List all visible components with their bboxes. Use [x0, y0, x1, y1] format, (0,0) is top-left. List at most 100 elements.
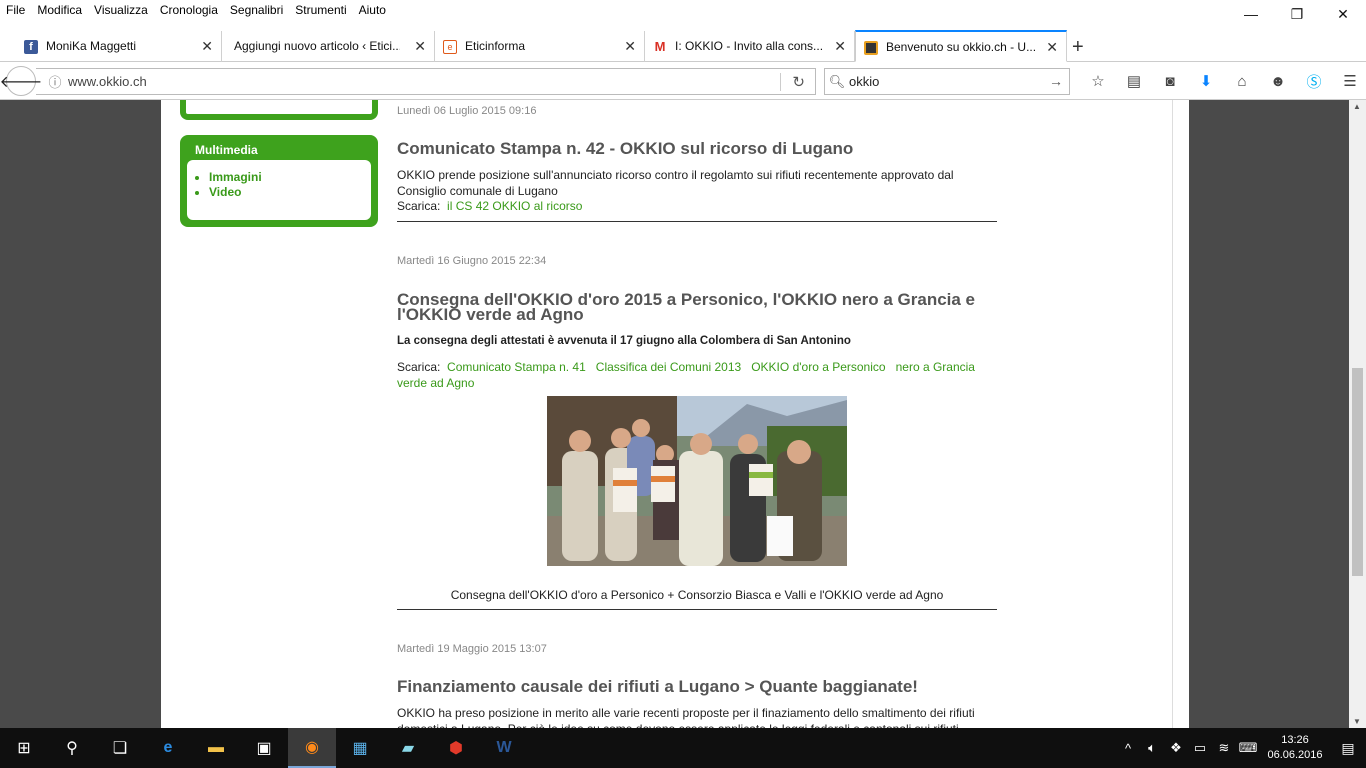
tab-monika-maggetti[interactable]: f MoniKa Maggetti ✕ — [0, 31, 222, 62]
bookmark-star-icon[interactable]: ☆ — [1080, 70, 1116, 92]
tab-label: Benvenuto su okkio.ch - U... — [886, 40, 1036, 54]
volume-icon[interactable]: 🔈︎ — [1140, 740, 1164, 756]
pocket-icon[interactable]: ◙ — [1152, 70, 1188, 92]
article-date: Martedì 16 Giugno 2015 22:34 — [397, 255, 547, 267]
menu-modifica[interactable]: Modifica — [31, 0, 88, 20]
download-link-oro-personico[interactable]: OKKIO d'oro a Personico — [751, 360, 885, 374]
acrobat-icon[interactable]: ⬢ — [432, 728, 480, 768]
edge-browser-icon[interactable]: e — [144, 728, 192, 768]
facebook-icon: f — [24, 40, 38, 54]
wifi-icon[interactable]: ≋ — [1212, 740, 1236, 756]
search-icon: 🔍︎ — [828, 73, 846, 89]
tab-eticinforma[interactable]: e Eticinforma ✕ — [435, 31, 645, 62]
multimedia-title: Multimedia — [195, 143, 258, 157]
article-divider — [397, 609, 997, 610]
download-link[interactable]: il CS 42 OKKIO al ricorso — [447, 199, 582, 213]
okkio-icon — [864, 41, 878, 55]
action-center-icon[interactable]: ▤ — [1330, 740, 1366, 757]
article-title[interactable]: Finanziamento causale dei rifiuti a Luga… — [397, 678, 918, 695]
language-icon[interactable]: ⌨ — [1236, 740, 1260, 756]
download-link-classifica[interactable]: Classifica dei Comuni 2013 — [596, 360, 741, 374]
menu-aiuto[interactable]: Aiuto — [353, 0, 392, 20]
tab-gmail-okkio[interactable]: M I: OKKIO - Invito alla cons... ✕ — [645, 31, 855, 62]
close-tab-icon[interactable]: ✕ — [201, 38, 213, 55]
download-label: Scarica: — [397, 199, 441, 213]
sidebar-box-bottom-edge — [180, 100, 378, 120]
download-link-cs41[interactable]: Comunicato Stampa n. 41 — [447, 360, 586, 374]
menu-bar: File Modifica Visualizza Cronologia Segn… — [0, 0, 1366, 20]
article-body: OKKIO prende posizione sull'annunciato r… — [397, 168, 954, 198]
tray-overflow-chevron-icon[interactable]: ^ — [1116, 741, 1140, 756]
download-arrow-icon[interactable]: ⬇ — [1188, 70, 1224, 92]
menu-visualizza[interactable]: Visualizza — [88, 0, 154, 20]
article-divider — [397, 221, 997, 222]
windows-start-icon[interactable]: ⊞ — [0, 728, 48, 768]
article-date: Lunedì 06 Luglio 2015 09:16 — [397, 105, 537, 117]
clock-time: 13:26 — [1281, 734, 1309, 746]
address-bar[interactable]: ⓘ www.okkio.ch ↻ — [36, 68, 816, 95]
search-go-arrow-icon[interactable]: → — [1049, 73, 1063, 89]
gmail-icon: M — [653, 39, 667, 54]
multimedia-link-immagini[interactable]: Immagini — [209, 170, 371, 185]
scroll-down-arrow-icon[interactable]: ▼ — [1353, 717, 1361, 726]
tab-okkio-active[interactable]: Benvenuto su okkio.ch - U... ✕ — [855, 30, 1067, 62]
download-row: Scarica: il CS 42 OKKIO al ricorso — [397, 198, 582, 214]
scrollbar-thumb[interactable] — [1352, 368, 1363, 576]
close-tab-icon[interactable]: ✕ — [624, 38, 636, 55]
notes-app-icon[interactable]: ▰ — [384, 728, 432, 768]
close-tab-icon[interactable]: ✕ — [414, 38, 426, 55]
tab-aggiungi-articolo[interactable]: Aggiungi nuovo articolo ‹ Etici... ✕ — [222, 31, 435, 62]
download-label: Scarica: — [397, 360, 441, 374]
clock-date: 06.06.2016 — [1267, 749, 1323, 761]
scroll-up-arrow-icon[interactable]: ▲ — [1353, 102, 1361, 111]
multimedia-list-panel: Immagini Video — [187, 160, 371, 220]
eticinforma-icon: e — [443, 40, 457, 54]
minimize-button[interactable]: — — [1228, 0, 1274, 28]
skype-icon[interactable]: Ⓢ — [1296, 70, 1332, 92]
hamburger-menu-icon[interactable]: ☰ — [1332, 70, 1366, 92]
firefox-icon[interactable]: ◉ — [288, 728, 336, 768]
restore-button[interactable]: ❐ — [1274, 0, 1320, 28]
info-icon[interactable]: ⓘ — [42, 72, 68, 91]
dropbox-icon[interactable]: ❖ — [1164, 740, 1188, 756]
article-title[interactable]: Consegna dell'OKKIO d'oro 2015 a Personi… — [397, 291, 997, 323]
article-subtitle: La consegna degli attestati è avvenuta i… — [397, 335, 851, 347]
page-viewport: Multimedia Immagini Video Lunedì 06 Lugl… — [0, 100, 1366, 728]
multimedia-link-video[interactable]: Video — [209, 185, 371, 200]
system-tray: ^ 🔈︎ ❖ ▭ ≋ ⌨ 13:26 06.06.2016 ▤ — [1116, 728, 1366, 768]
emoji-addon-icon[interactable]: ☻ — [1260, 70, 1296, 92]
task-view-icon[interactable]: ❏ — [96, 728, 144, 768]
remote-desktop-icon[interactable]: ▦ — [336, 728, 384, 768]
home-icon[interactable]: ⌂ — [1224, 70, 1260, 92]
okkio-page: Multimedia Immagini Video Lunedì 06 Lugl… — [161, 100, 1189, 728]
address-url[interactable]: www.okkio.ch — [68, 74, 147, 89]
article-body: OKKIO ha preso posizione in merito alle … — [397, 706, 975, 728]
reload-icon[interactable]: ↻ — [792, 73, 805, 91]
window-controls: — ❐ ✕ — [1228, 0, 1366, 28]
menu-strumenti[interactable]: Strumenti — [289, 0, 352, 20]
file-explorer-icon[interactable]: ▬ — [192, 728, 240, 768]
article-date: Martedì 19 Maggio 2015 13:07 — [397, 643, 547, 655]
store-icon[interactable]: ▣ — [240, 728, 288, 768]
reading-list-icon[interactable]: ▤ — [1116, 70, 1152, 92]
tab-label: Aggiungi nuovo articolo ‹ Etici... — [234, 39, 400, 53]
menu-segnalibri[interactable]: Segnalibri — [224, 0, 289, 20]
photo-caption: Consegna dell'OKKIO d'oro a Personico + … — [450, 588, 944, 602]
article-title[interactable]: Comunicato Stampa n. 42 - OKKIO sul rico… — [397, 140, 853, 157]
menu-cronologia[interactable]: Cronologia — [154, 0, 224, 20]
search-icon[interactable]: ⚲ — [48, 728, 96, 768]
clock[interactable]: 13:26 06.06.2016 — [1260, 733, 1330, 763]
search-input[interactable]: 🔍︎ okkio → — [824, 68, 1070, 95]
search-value[interactable]: okkio — [849, 74, 879, 89]
close-tab-icon[interactable]: ✕ — [1046, 39, 1058, 56]
close-tab-icon[interactable]: ✕ — [834, 38, 846, 55]
new-tab-icon[interactable]: + — [1072, 36, 1084, 59]
right-column — [1172, 100, 1338, 728]
page-scrollbar[interactable]: ▲ ▼ — [1349, 100, 1366, 728]
menu-file[interactable]: File — [0, 0, 31, 20]
toolbar-icons: ☆ ▤ ◙ ⬇ ⌂ ☻ Ⓢ ☰ — [1080, 70, 1366, 92]
battery-icon[interactable]: ▭ — [1188, 740, 1212, 756]
back-arrow-icon[interactable]: 🡐 — [0, 66, 42, 96]
word-icon[interactable]: W — [480, 728, 528, 768]
close-window-button[interactable]: ✕ — [1320, 0, 1366, 28]
